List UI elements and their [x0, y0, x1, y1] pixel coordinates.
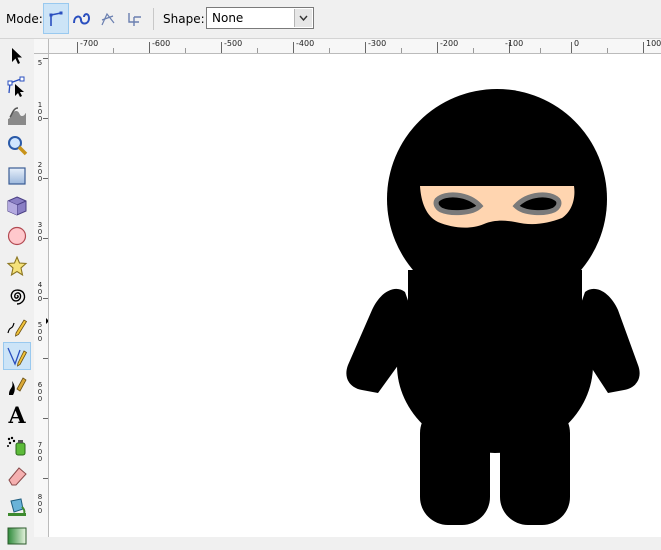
tweak-tool[interactable]: [3, 102, 31, 130]
spiral-tool[interactable]: [3, 282, 31, 310]
eraser-tool-icon: [8, 467, 27, 486]
paraxial-lines-icon: [128, 12, 141, 26]
v-ruler-label: 300: [37, 221, 43, 243]
spray-tool[interactable]: [3, 432, 31, 460]
v-ruler-label: 100: [37, 101, 43, 123]
selector-tool[interactable]: [3, 42, 31, 70]
calligraphy-tool[interactable]: [3, 372, 31, 400]
ninja-figure: [346, 89, 640, 525]
spiro-path-button[interactable]: [69, 3, 95, 34]
ninja-drawing: [346, 89, 640, 525]
h-ruler-label: -600: [152, 39, 171, 48]
star-tool-icon: [6, 255, 28, 277]
regular-bezier-icon: [49, 11, 63, 26]
bspline-path-icon: [101, 12, 115, 25]
horizontal-ruler[interactable]: -700 -600 -500 -400 -300 -200 -100 0 100: [49, 39, 661, 54]
calligraphy-tool-icon: [9, 377, 27, 395]
node-tool-icon: [7, 76, 25, 97]
v-ruler-label: 400: [37, 281, 43, 303]
tool-controls-bar: Mode: Shape: None: [0, 0, 661, 39]
rectangle-tool[interactable]: [3, 162, 31, 190]
pen-tool-icon: [7, 347, 28, 367]
text-tool-icon: A: [8, 403, 26, 429]
bspline-path-button[interactable]: [95, 3, 121, 34]
h-ruler-label: 100: [646, 39, 661, 48]
vertical-ruler[interactable]: 5 100 200 300 400 500 600 700 800: [34, 54, 49, 537]
star-tool[interactable]: [3, 252, 31, 280]
paint-bucket-tool[interactable]: [3, 492, 31, 520]
v-ruler-label: 700: [37, 441, 43, 463]
shape-select-value: None: [212, 11, 244, 25]
v-ruler-label: 800: [37, 493, 43, 515]
h-ruler-label: -700: [80, 39, 99, 48]
v-ruler-label: 5: [37, 59, 43, 67]
ruler-corner: [34, 39, 49, 54]
paint-bucket-tool-icon: [8, 498, 26, 516]
regular-bezier-button[interactable]: [43, 3, 69, 34]
shape-select[interactable]: None: [206, 7, 314, 29]
selector-tool-icon: [12, 48, 22, 64]
h-ruler-label: -500: [224, 39, 243, 48]
v-ruler-label: 600: [37, 381, 43, 403]
h-ruler-label: -300: [368, 39, 387, 48]
ellipse-tool[interactable]: [3, 222, 31, 250]
3d-box-tool[interactable]: [3, 192, 31, 220]
3d-box-tool-icon: [7, 196, 27, 216]
h-ruler-label: -200: [440, 39, 459, 48]
mode-label: Mode:: [6, 12, 43, 26]
toolbar-separator: [153, 8, 154, 30]
horizontal-ruler-ticks: [77, 42, 644, 53]
text-tool[interactable]: A: [3, 402, 31, 430]
pen-tool[interactable]: [3, 342, 31, 370]
spray-tool-icon: [7, 436, 26, 456]
v-ruler-label: 200: [37, 161, 43, 183]
chevron-down-icon[interactable]: [294, 9, 312, 27]
toolbox: A: [0, 39, 34, 545]
h-ruler-label: -400: [296, 39, 315, 48]
drawing-canvas[interactable]: [49, 54, 661, 537]
gradient-tool[interactable]: [3, 522, 31, 550]
h-ruler-label: 0: [574, 39, 580, 48]
eraser-tool[interactable]: [3, 462, 31, 490]
ellipse-tool-icon: [7, 226, 27, 246]
tweak-tool-icon: [8, 107, 26, 125]
pencil-tool-icon: [7, 319, 28, 337]
pencil-tool[interactable]: [3, 312, 31, 340]
v-ruler-label: 500: [37, 321, 43, 343]
node-tool[interactable]: [3, 72, 31, 100]
h-ruler-label: -100: [505, 39, 524, 48]
zoom-tool-icon: [8, 136, 28, 156]
shape-label: Shape:: [163, 12, 205, 26]
spiro-path-icon: [73, 12, 91, 24]
zoom-tool[interactable]: [3, 132, 31, 160]
paraxial-lines-button[interactable]: [121, 3, 147, 34]
spiral-tool-icon: [10, 289, 26, 305]
gradient-tool-icon: [7, 527, 27, 545]
rectangle-tool-icon: [8, 167, 26, 185]
